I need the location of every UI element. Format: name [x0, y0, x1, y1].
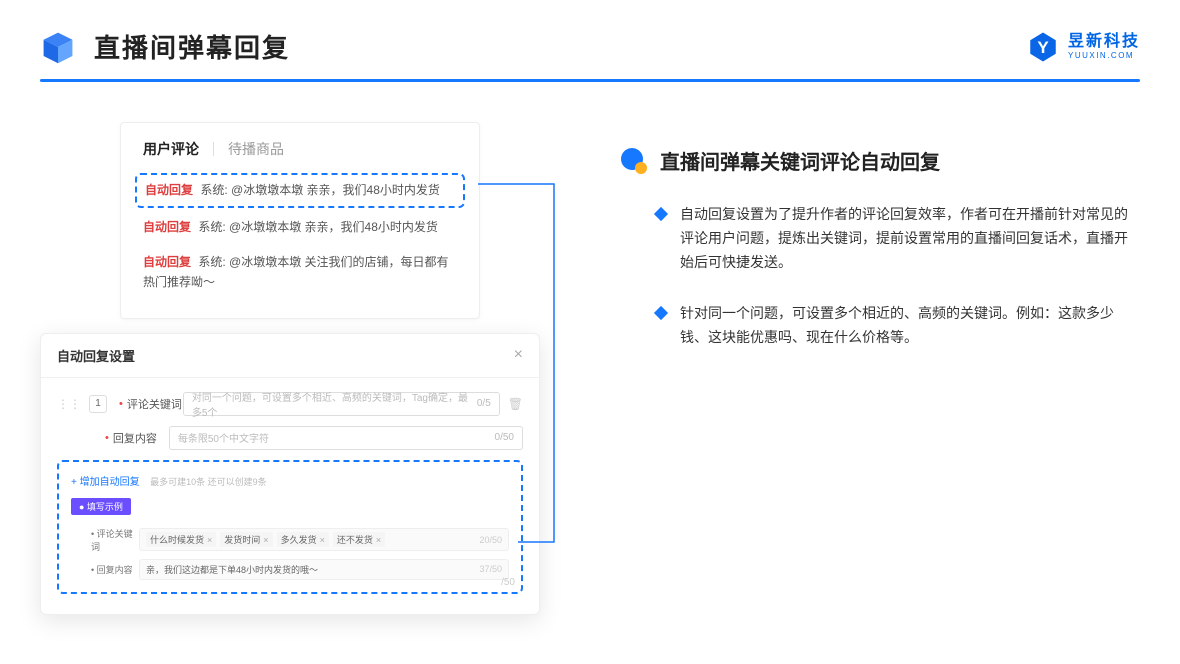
auto-reply-settings-modal: 自动回复设置 × ⋮⋮ 1 • 评论关键词 对同一个问题，可设置多个相近、高频的… — [40, 333, 540, 615]
example-badge: ● 填写示例 — [71, 498, 131, 515]
reply-text: 系统: @冰墩墩本墩 亲亲，我们48小时内发货 — [198, 220, 438, 234]
brand-logo-mark: Y — [1026, 30, 1060, 64]
close-icon[interactable]: × — [514, 346, 523, 364]
reply-row: 自动回复 系统: @冰墩墩本墩 关注我们的店铺，每日都有热门推荐呦～ — [121, 245, 479, 299]
example-keyword-row: • 评论关键词 什么时候发货× 发货时间× 多久发货× 还不发货× 20/50 — [71, 527, 509, 553]
main-content: 用户评论 待播商品 自动回复 系统: @冰墩墩本墩 亲亲，我们48小时内发货 自… — [0, 82, 1180, 615]
tab-pending-goods[interactable]: 待播商品 — [228, 139, 284, 159]
add-reply-link[interactable]: + 增加自动回复 — [71, 477, 140, 488]
example-content-box: 亲，我们这边都是下单48小时内发货的哦～ 37/50 — [139, 559, 509, 580]
modal-body: ⋮⋮ 1 • 评论关键词 对同一个问题，可设置多个相近、高频的关键词，Tag确定… — [41, 378, 539, 614]
brand-name-cn: 昱新科技 — [1068, 34, 1140, 50]
keyword-label: 评论关键词 — [127, 396, 183, 412]
modal-header: 自动回复设置 × — [41, 334, 539, 378]
feature-description: 直播间弹幕关键词评论自动回复 自动回复设置为了提升作者的评论回复效率，作者可在开… — [540, 122, 1140, 615]
bullet-diamond-icon — [654, 306, 668, 320]
keyword-tag[interactable]: 多久发货× — [277, 532, 329, 547]
reply-text: 系统: @冰墩墩本墩 亲亲，我们48小时内发货 — [200, 183, 440, 197]
required-dot: • — [119, 398, 123, 410]
reply-row: 自动回复 系统: @冰墩墩本墩 亲亲，我们48小时内发货 — [145, 181, 455, 200]
tag-remove-icon[interactable]: × — [320, 535, 325, 545]
example-content-text: 亲，我们这边都是下单48小时内发货的哦～ — [146, 563, 318, 576]
feature-title: 直播间弹幕关键词评论自动回复 — [660, 146, 940, 175]
example-block: + 增加自动回复 最多可建10条 还可以创建9条 ● 填写示例 • 评论关键词 … — [57, 460, 523, 594]
keyword-count: 0/5 — [477, 398, 491, 409]
feature-bullet: 针对同一个问题，可设置多个相近的、高频的关键词。例如：这款多少钱、这块能优惠吗、… — [620, 302, 1140, 350]
reply-row: 自动回复 系统: @冰墩墩本墩 亲亲，我们48小时内发货 — [121, 210, 479, 245]
comments-panel: 用户评论 待播商品 自动回复 系统: @冰墩墩本墩 亲亲，我们48小时内发货 自… — [120, 122, 480, 319]
tab-user-comments[interactable]: 用户评论 — [143, 139, 199, 159]
example-content-row: • 回复内容 亲，我们这边都是下单48小时内发货的哦～ 37/50 — [71, 559, 509, 580]
auto-reply-tag: 自动回复 — [143, 220, 191, 234]
keyword-tag[interactable]: 还不发货× — [333, 532, 385, 547]
tag-remove-icon[interactable]: × — [207, 535, 212, 545]
chat-bubble-icon — [620, 147, 648, 175]
tab-separator — [213, 142, 214, 156]
content-placeholder: 每条限50个中文字符 — [178, 430, 269, 445]
content-count: 0/50 — [495, 432, 514, 443]
rule-number: 1 — [89, 395, 107, 413]
delete-icon[interactable]: 🗑 — [508, 397, 523, 411]
comments-tabs: 用户评论 待播商品 — [121, 139, 479, 171]
example-keyword-box: 什么时候发货× 发货时间× 多久发货× 还不发货× 20/50 — [139, 528, 509, 551]
example-content-label: • 回复内容 — [91, 563, 139, 576]
highlighted-reply: 自动回复 系统: @冰墩墩本墩 亲亲，我们48小时内发货 — [135, 173, 465, 208]
feature-bullet: 自动回复设置为了提升作者的评论回复效率，作者可在开播前针对常见的评论用户问题，提… — [620, 203, 1140, 274]
required-dot: • — [105, 432, 109, 444]
brand-name-en: YUUXIN.COM — [1068, 52, 1140, 60]
tag-remove-icon[interactable]: × — [263, 535, 268, 545]
keyword-input[interactable]: 对同一个问题，可设置多个相近、高频的关键词，Tag确定，最多5个 0/5 — [183, 392, 500, 416]
content-input[interactable]: 每条限50个中文字符 0/50 — [169, 426, 523, 450]
keyword-placeholder: 对同一个问题，可设置多个相近、高频的关键词，Tag确定，最多5个 — [192, 389, 477, 419]
keyword-tag[interactable]: 什么时候发货× — [146, 532, 216, 547]
bullet-diamond-icon — [654, 207, 668, 221]
page-header: 直播间弹幕回复 Y 昱新科技 YUUXIN.COM — [0, 0, 1180, 65]
cube-icon — [40, 29, 76, 65]
drag-handle-icon[interactable]: ⋮⋮ — [57, 397, 81, 411]
example-content-count: 37/50 — [479, 564, 502, 574]
example-keyword-label: • 评论关键词 — [91, 527, 139, 553]
content-label: 回复内容 — [113, 430, 169, 446]
feature-bullet-text: 自动回复设置为了提升作者的评论回复效率，作者可在开播前针对常见的评论用户问题，提… — [680, 203, 1140, 274]
auto-reply-tag: 自动回复 — [143, 255, 191, 269]
auto-reply-tag: 自动回复 — [145, 183, 193, 197]
screenshot-column: 用户评论 待播商品 自动回复 系统: @冰墩墩本墩 亲亲，我们48小时内发货 自… — [40, 122, 540, 615]
keyword-tag[interactable]: 发货时间× — [220, 532, 272, 547]
content-row: • 回复内容 每条限50个中文字符 0/50 — [57, 426, 523, 450]
modal-title: 自动回复设置 — [57, 346, 135, 365]
feature-header: 直播间弹幕关键词评论自动回复 — [620, 146, 1140, 175]
keyword-row: ⋮⋮ 1 • 评论关键词 对同一个问题，可设置多个相近、高频的关键词，Tag确定… — [57, 392, 523, 416]
add-reply-note: 最多可建10条 还可以创建9条 — [150, 477, 267, 487]
svg-text:Y: Y — [1037, 37, 1049, 56]
tag-remove-icon[interactable]: × — [376, 535, 381, 545]
feature-bullet-text: 针对同一个问题，可设置多个相近的、高频的关键词。例如：这款多少钱、这块能优惠吗、… — [680, 302, 1140, 350]
example-keyword-count: 20/50 — [479, 535, 502, 545]
extra-count: /50 — [501, 577, 515, 588]
page-title: 直播间弹幕回复 — [94, 28, 290, 65]
add-reply-row: + 增加自动回复 最多可建10条 还可以创建9条 — [71, 472, 509, 490]
brand-logo: Y 昱新科技 YUUXIN.COM — [1026, 30, 1140, 64]
